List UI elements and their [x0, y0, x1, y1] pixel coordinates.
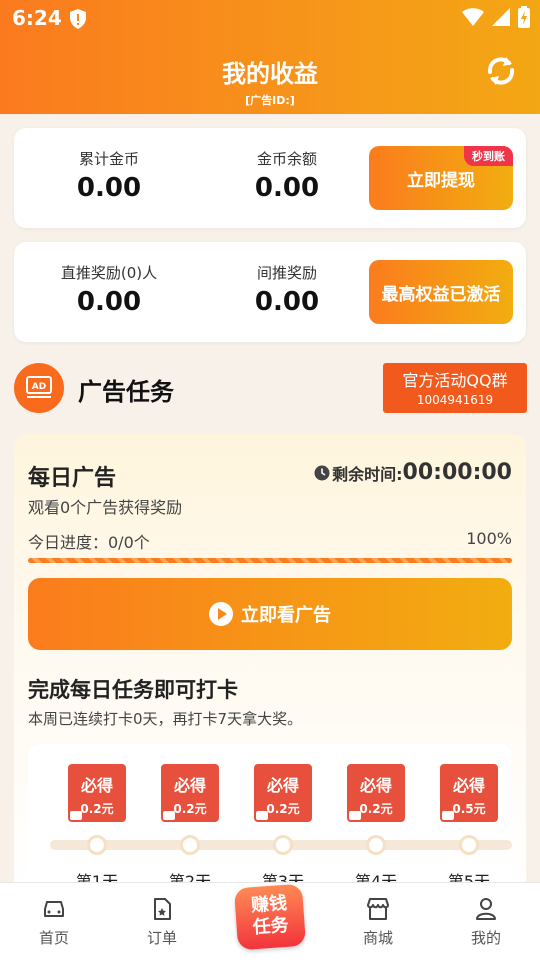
refresh-icon[interactable]	[482, 52, 520, 90]
ad-section-title: 广告任务	[78, 378, 174, 406]
shield-icon	[70, 9, 86, 29]
checkin-reward-day3[interactable]: 必得 0.2元	[254, 764, 312, 822]
checkin-reward-day2[interactable]: 必得 0.2元	[161, 764, 219, 822]
direct-reward-value: 0.00	[76, 287, 142, 317]
checkin-title: 完成每日任务即可打卡	[28, 678, 238, 702]
watch-ad-button[interactable]: 立即看广告	[28, 578, 512, 650]
reward-must-label: 必得	[173, 776, 206, 795]
coin-balance-label: 金币余额	[256, 150, 317, 168]
lock-icon	[163, 811, 175, 820]
store-icon	[367, 898, 389, 920]
tab-home-label: 首页	[38, 929, 69, 947]
reward-must-label: 必得	[266, 776, 299, 795]
tab-orders[interactable]: 订单	[112, 883, 212, 960]
indirect-reward-value: 0.00	[254, 287, 320, 317]
daily-task-card: 每日广告 剩余时间: 00:00:00 观看0个广告获得奖励 今日进度：0/0个…	[14, 434, 526, 894]
car-icon	[44, 901, 64, 917]
progress-label: 今日进度：0/0个	[28, 533, 150, 552]
withdraw-label: 立即提现	[407, 170, 475, 191]
lock-icon	[256, 811, 268, 820]
activated-label: 最高权益已激活	[381, 284, 501, 305]
checkin-desc: 本周已连续打卡0天，再打卡7天拿大奖。	[28, 710, 303, 728]
indirect-reward-label: 间推奖励	[256, 264, 317, 282]
checkin-reward-day5[interactable]: 必得 0.5元	[440, 764, 498, 822]
earnings-card: 累计金币 0.00 金币余额 0.00 立即提现 秒到账	[14, 128, 526, 228]
coin-balance-value: 0.00	[254, 173, 320, 203]
battery-icon	[518, 6, 530, 28]
svg-text:AD: AD	[32, 382, 46, 392]
tab-home[interactable]: 首页	[4, 883, 104, 960]
daily-ad-desc: 观看0个广告获得奖励	[28, 498, 183, 517]
earn-task-badge: 赚钱 任务	[233, 883, 307, 951]
progress-bar	[28, 558, 512, 563]
total-coins-label: 累计金币	[78, 150, 139, 168]
remaining-time-value: 00:00:00	[402, 460, 512, 485]
page-title: 我的收益	[222, 60, 318, 88]
tab-mall[interactable]: 商城	[328, 883, 428, 960]
activated-button[interactable]: 最高权益已激活	[369, 260, 513, 324]
qq-group-button[interactable]: 官方活动QQ群 1004941619	[383, 363, 527, 413]
remaining-time: 剩余时间: 00:00:00	[314, 460, 512, 485]
remaining-time-label: 剩余时间:	[332, 464, 403, 484]
reward-must-label: 必得	[359, 776, 392, 795]
signal-icon	[492, 8, 510, 26]
checkin-dot	[180, 835, 200, 855]
direct-reward-label: 直推奖励(0)人	[60, 264, 158, 282]
checkin-dot	[273, 835, 293, 855]
instant-badge: 秒到账	[464, 146, 513, 166]
tab-earn-task[interactable]: 赚钱 任务	[228, 876, 312, 956]
lock-icon	[442, 811, 454, 820]
reward-must-label: 必得	[80, 776, 113, 795]
lock-icon	[70, 811, 82, 820]
play-icon	[209, 602, 233, 626]
order-icon	[154, 898, 171, 920]
checkin-reward-day4[interactable]: 必得 0.2元	[347, 764, 405, 822]
earn-task-line2: 任务	[251, 914, 290, 939]
referral-card: 直推奖励(0)人 0.00 间推奖励 0.00 最高权益已激活	[14, 242, 526, 342]
status-time: 6:24	[12, 6, 62, 30]
daily-ad-title: 每日广告	[28, 466, 117, 491]
indirect-reward: 间推奖励 0.00	[212, 262, 362, 317]
checkin-dot	[366, 835, 386, 855]
qq-group-label: 官方活动QQ群	[402, 371, 508, 390]
user-icon	[476, 898, 496, 920]
lock-icon	[349, 811, 361, 820]
ad-id-label: [广告ID:]	[245, 94, 295, 107]
watch-ad-label: 立即看广告	[241, 605, 331, 626]
tab-mine-label: 我的	[470, 929, 501, 947]
tab-mall-label: 商城	[362, 929, 393, 947]
status-icons	[462, 6, 530, 28]
direct-reward: 直推奖励(0)人 0.00	[34, 262, 184, 317]
qq-group-number: 1004941619	[416, 393, 494, 407]
clock-icon	[314, 465, 330, 480]
tab-mine[interactable]: 我的	[436, 883, 536, 960]
checkin-dot	[87, 835, 107, 855]
ad-icon: AD	[14, 363, 64, 413]
tab-orders-label: 订单	[146, 929, 177, 947]
wifi-icon	[462, 8, 484, 26]
coin-balance: 金币余额 0.00	[212, 148, 362, 203]
reward-must-label: 必得	[452, 776, 485, 795]
checkin-reward-day1[interactable]: 必得 0.2元	[68, 764, 126, 822]
withdraw-button[interactable]: 立即提现 秒到账	[369, 146, 513, 210]
header: 6:24 我的收益 [广告ID:]	[0, 0, 540, 114]
checkin-track: 必得 0.2元 必得 0.2元 必得 0.2元 必得 0.2元 必得 0.5元	[28, 744, 512, 894]
checkin-dot	[459, 835, 479, 855]
progress-percent: 100%	[466, 529, 512, 548]
total-coins-value: 0.00	[76, 173, 142, 203]
total-coins: 累计金币 0.00	[34, 148, 184, 203]
